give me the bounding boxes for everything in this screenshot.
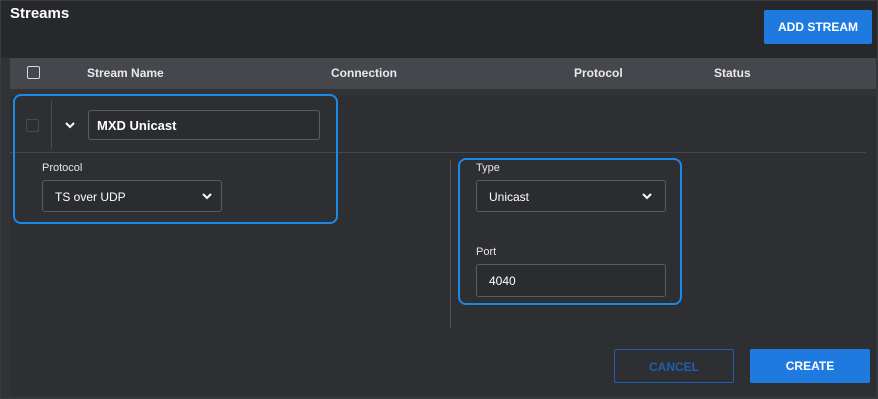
header-bar xyxy=(1,1,877,58)
header-connection: Connection xyxy=(331,66,397,80)
type-port-highlight xyxy=(458,158,682,305)
create-button[interactable]: CREATE xyxy=(750,349,870,383)
table-header: Stream Name Connection Protocol Status xyxy=(10,58,876,89)
page-title: Streams xyxy=(10,5,70,22)
header-stream-name: Stream Name xyxy=(87,66,164,80)
column-divider xyxy=(450,160,451,328)
protocol-highlight xyxy=(13,94,338,224)
cancel-button[interactable]: CANCEL xyxy=(614,349,734,383)
add-stream-button[interactable]: ADD STREAM xyxy=(764,10,872,44)
select-all-checkbox[interactable] xyxy=(27,66,40,79)
header-protocol: Protocol xyxy=(574,66,623,80)
header-status: Status xyxy=(714,66,751,80)
